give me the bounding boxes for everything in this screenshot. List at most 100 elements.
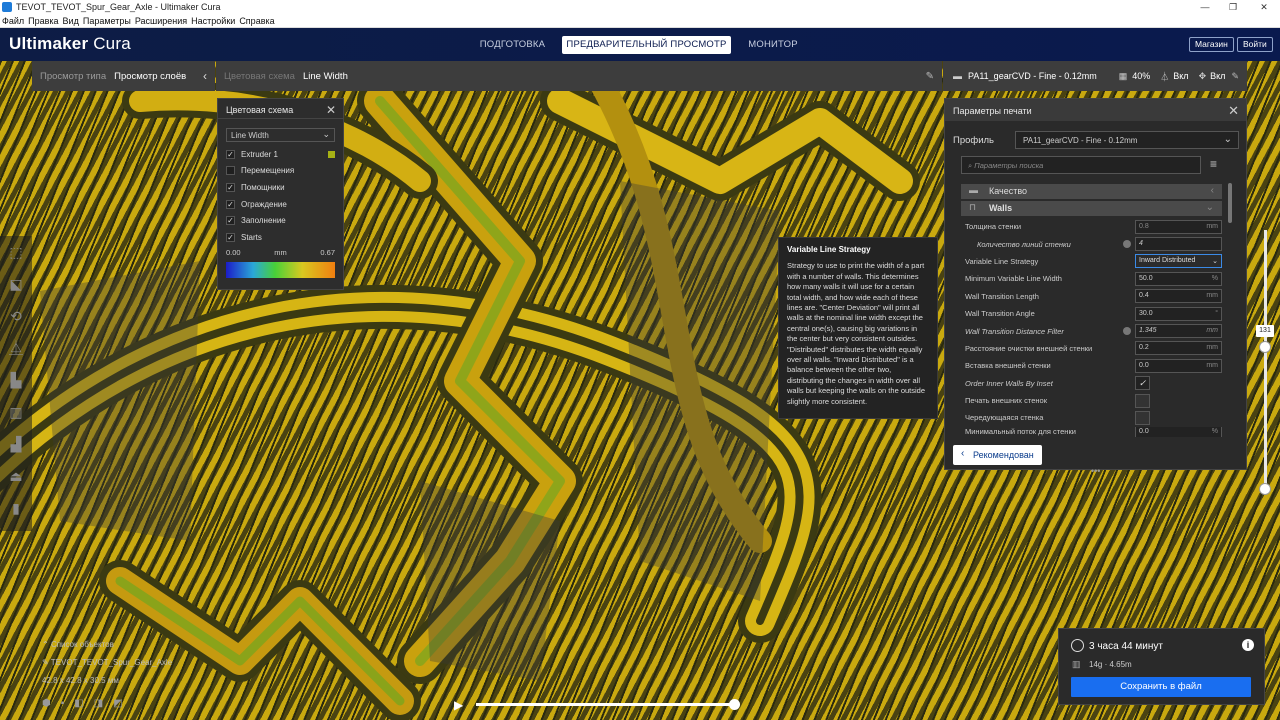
setting-input[interactable]: 0.4 mm <box>1135 289 1222 304</box>
minimize-button[interactable]: — <box>1190 0 1220 14</box>
profile-dropdown[interactable]: PA11_gearCVD - Fine - 0.12mm ⌄ <box>1015 131 1239 149</box>
menu-edit[interactable]: Правка <box>28 16 58 26</box>
tab-monitor[interactable]: МОНИТОР <box>740 36 806 54</box>
legend-item-travels[interactable]: Перемещения <box>218 163 343 180</box>
legend-item-extruder[interactable]: ✓ Extruder 1 <box>218 146 343 163</box>
layer-slider-upper-handle[interactable] <box>1259 341 1271 353</box>
top-view-icon[interactable]: ◧ <box>74 698 83 709</box>
menu-file[interactable]: Файл <box>2 16 24 26</box>
scale-tool-icon[interactable]: ⬕ <box>0 268 32 300</box>
recommended-button[interactable]: ‹ Рекомендован <box>953 445 1042 465</box>
info-icon[interactable]: i <box>1242 639 1254 651</box>
hamburger-menu-icon[interactable]: ≡ <box>1210 157 1217 171</box>
setting-input[interactable]: 0.8 mm <box>1135 219 1222 234</box>
color-scheme-bar[interactable]: Цветовая схема Line Width ✎ <box>216 61 942 91</box>
color-scheme-value[interactable]: Line Width <box>303 71 348 82</box>
front-view-icon[interactable]: ▪ <box>61 698 65 709</box>
quality-icon: ▬ <box>969 185 978 195</box>
setting-input[interactable]: 0.0 mm <box>1135 358 1222 373</box>
close-icon[interactable]: ✕ <box>1228 103 1239 119</box>
3d-view-icon[interactable]: ⬢ <box>42 698 51 709</box>
tab-prepare[interactable]: ПОДГОТОВКА <box>470 36 555 54</box>
checkbox[interactable]: ✓ <box>226 216 235 226</box>
setting-input[interactable]: 0.2 mm <box>1135 341 1222 356</box>
path-slider-track[interactable] <box>476 703 735 706</box>
close-window-button[interactable]: ✕ <box>1249 0 1279 14</box>
legend-item-starts[interactable]: ✓ Starts <box>218 229 343 246</box>
layer-slider-lower-handle[interactable] <box>1259 483 1271 495</box>
right-view-icon[interactable]: ◩ <box>113 698 122 709</box>
search-placeholder: Параметры поиска <box>974 161 1044 170</box>
setting-input[interactable]: 1.345 mm <box>1135 324 1222 339</box>
legend-item-shell[interactable]: ✓ Ограждение <box>218 196 343 213</box>
setting-label: Wall Transition Angle <box>965 309 1035 319</box>
variable-line-strategy-dropdown[interactable]: Inward Distributed ⌄ <box>1135 254 1222 269</box>
setting-variable-line-strategy: Variable Line Strategy Inward Distributed… <box>965 253 1225 270</box>
pencil-icon[interactable]: ✎ <box>1231 71 1239 82</box>
mirror-tool-icon[interactable]: ⏅ <box>0 332 32 364</box>
checkmark-icon: ✓ <box>1138 378 1147 389</box>
linked-setting-icon[interactable] <box>1123 240 1131 249</box>
path-slider-handle[interactable] <box>729 699 740 710</box>
menu-extensions[interactable]: Расширения <box>135 16 187 26</box>
adhesion-value: Вкл <box>1210 71 1226 81</box>
rotate-tool-icon[interactable]: ⟲ <box>0 300 32 332</box>
checkbox[interactable]: ✓ <box>226 232 235 242</box>
gradient-unit: mm <box>274 247 287 257</box>
move-tool-icon[interactable]: ⬚ <box>0 236 32 268</box>
color-scheme-select[interactable]: Line Width ⌄ <box>226 128 335 142</box>
legend-item-infill[interactable]: ✓ Заполнение <box>218 212 343 229</box>
checkbox[interactable]: ✓ <box>226 149 235 159</box>
alternate-wall-checkbox[interactable] <box>1135 410 1150 425</box>
cylinder-icon[interactable]: ▮ <box>0 492 32 524</box>
chevron-left-icon[interactable]: ‹ <box>203 69 207 83</box>
checkbox[interactable] <box>226 166 235 176</box>
tab-preview[interactable]: ПРЕДВАРИТЕЛЬНЫЙ ПРОСМОТР <box>562 36 731 54</box>
object-name-row[interactable]: ✎ TEVOT_TEVOT_Spur_Gear_Axle <box>42 658 172 667</box>
settings-list: Толщина стенки 0.8 mm Количество линий сте… <box>965 218 1225 437</box>
per-model-settings-icon[interactable]: ▙ <box>0 364 32 396</box>
left-view-icon[interactable]: ◨ <box>94 698 103 709</box>
marketplace-button[interactable]: Магазин <box>1189 37 1234 52</box>
object-list-toggle[interactable]: ⌃ Список объектов <box>42 640 172 649</box>
menu-help[interactable]: Справка <box>239 16 274 26</box>
setting-input[interactable]: 50.0% <box>1135 271 1222 286</box>
print-setup-bar[interactable]: ▬ PA11_gearCVD - Fine - 0.12mm ▦ 40% ⏃ В… <box>943 61 1247 91</box>
save-to-file-button[interactable]: Сохранить в файл <box>1071 677 1251 697</box>
menu-settings[interactable]: Параметры <box>83 16 131 26</box>
layer-slider-track[interactable] <box>1264 230 1267 492</box>
setting-tooltip: Variable Line Strategy Strategy to use t… <box>778 237 938 419</box>
color-scheme-selected: Line Width <box>231 131 269 140</box>
maximize-button[interactable]: ❐ <box>1218 0 1248 14</box>
setting-value: Inward Distributed <box>1139 257 1196 265</box>
layer-number[interactable]: 131 <box>1256 325 1274 337</box>
setting-label: Вставка внешней стенки <box>965 361 1051 371</box>
setting-input[interactable]: 4 <box>1135 237 1222 252</box>
mesh-tool-icon[interactable]: ⏏ <box>0 460 32 492</box>
linked-setting-icon[interactable] <box>1123 327 1131 336</box>
settings-search-input[interactable]: ⌕ Параметры поиска <box>961 156 1201 174</box>
close-icon[interactable]: ✕ <box>326 103 336 117</box>
login-button[interactable]: Войти <box>1237 37 1273 52</box>
setting-input[interactable]: 0.0% <box>1135 426 1222 437</box>
view-type-value[interactable]: Просмотр слоёв <box>114 71 186 82</box>
legend-item-helpers[interactable]: ✓ Помощники <box>218 179 343 196</box>
menu-view[interactable]: Вид <box>63 16 79 26</box>
category-walls[interactable]: ⊓ Walls ⌄ <box>961 201 1222 216</box>
view-type-bar[interactable]: Просмотр типа Просмотр слоёв ‹ <box>32 61 215 91</box>
setting-input[interactable]: 30.0 ° <box>1135 306 1222 321</box>
checkbox[interactable]: ✓ <box>226 199 235 209</box>
setting-value: 0.2 <box>1139 344 1149 352</box>
play-icon[interactable]: ▶ <box>454 698 463 712</box>
setting-label: Чередующаяся стенка <box>965 413 1044 423</box>
support-blocker-icon[interactable]: ▥ <box>0 396 32 428</box>
pencil-icon[interactable]: ✎ <box>926 71 934 82</box>
order-inner-walls-checkbox[interactable]: ✓ <box>1135 376 1150 391</box>
print-outer-walls-checkbox[interactable] <box>1135 393 1150 408</box>
resize-handle-icon[interactable]: ••• <box>1091 466 1100 476</box>
category-quality[interactable]: ▬ Качество ‹ <box>961 184 1222 199</box>
layer-icon[interactable]: ▟ <box>0 428 32 460</box>
settings-scrollbar[interactable] <box>1228 183 1232 223</box>
checkbox[interactable]: ✓ <box>226 182 235 192</box>
menu-preferences[interactable]: Настройки <box>191 16 235 26</box>
